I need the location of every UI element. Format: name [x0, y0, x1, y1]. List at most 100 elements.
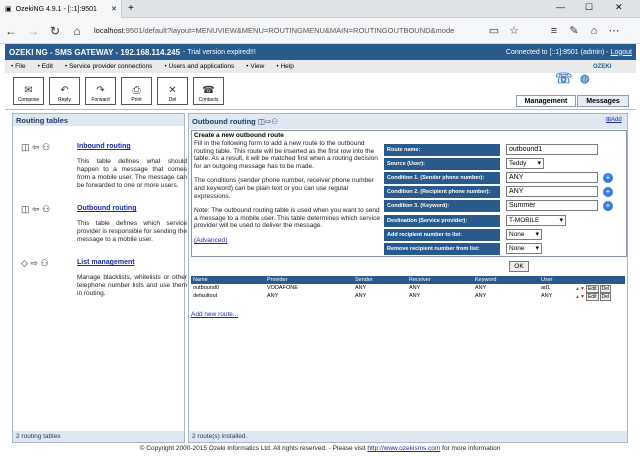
routing-tables-panel: Routing tables ◫ ⇦ ⚇ Inbound routing Thi…: [12, 113, 187, 443]
condition1-input[interactable]: ANY: [506, 172, 598, 183]
delete-icon: ✕: [168, 85, 177, 96]
form-title: Create a new outbound route: [194, 132, 284, 139]
condition1-label: Condition 1. (Sender phone number):: [384, 172, 500, 184]
condition2-label: Condition 2. (Recipient phone number):: [384, 186, 500, 198]
menu-view[interactable]: • View: [246, 63, 264, 70]
app-title: OZEKI NG - SMS GATEWAY - 192.168.114.245: [9, 47, 181, 57]
condition3-label: Condition 3. (Keyword):: [384, 200, 500, 212]
add-link[interactable]: ⊞Add: [606, 116, 622, 123]
condition3-input[interactable]: Summer: [506, 200, 598, 211]
route-name-cell: defaultout: [193, 293, 218, 299]
menu-help[interactable]: • Help: [276, 63, 293, 70]
keyword-cell: ANY: [475, 285, 487, 291]
menu-edit[interactable]: • Edit: [38, 63, 53, 70]
condition2-input[interactable]: ANY: [506, 186, 598, 197]
route-name-label: Route name:: [384, 144, 500, 156]
add-recipient-select[interactable]: None: [506, 229, 542, 240]
delete-button[interactable]: ✕ Del: [157, 77, 188, 105]
edit-button[interactable]: Edit: [585, 293, 599, 301]
reply-button[interactable]: ↶ Reply: [49, 77, 80, 105]
reply-icon: ↶: [60, 85, 69, 96]
condition2-add-icon[interactable]: +: [603, 187, 613, 197]
more-icon[interactable]: ⋯: [604, 24, 624, 37]
user-cell: ANY: [541, 293, 553, 299]
page-icon: ▣: [5, 6, 12, 13]
tab-title: OzekiNG 4.9.1 - [::1]:9501: [15, 5, 97, 13]
list-description: Manage blacklists, whitelists or other t…: [77, 274, 187, 297]
window-close-icon[interactable]: ✕: [615, 2, 623, 13]
ok-button[interactable]: OK: [509, 261, 529, 272]
outbound-routing-link[interactable]: Outbound routing: [77, 205, 136, 212]
url-field[interactable]: localhost:9501/default?layout=MENUVIEW&M…: [94, 26, 484, 35]
source-label: Source (User):: [384, 158, 500, 170]
menu-users[interactable]: • Users and applications: [164, 63, 234, 70]
panel-title: Routing tables: [13, 114, 184, 126]
routing-icon: ◫⇨⚇: [257, 117, 278, 126]
destination-select[interactable]: T-MOBILE: [506, 215, 566, 226]
home-icon[interactable]: ⌂: [66, 24, 88, 38]
inbound-routing-link[interactable]: Inbound routing: [77, 143, 131, 150]
menu-file[interactable]: • File: [11, 63, 26, 70]
del-button[interactable]: Del: [599, 293, 612, 301]
remove-recipient-select[interactable]: None: [506, 243, 542, 254]
source-select[interactable]: Teddy: [506, 158, 544, 169]
reading-view-icon[interactable]: ▭: [484, 24, 504, 37]
sender-cell: ANY: [355, 285, 367, 291]
del-button[interactable]: Del: [599, 285, 612, 293]
add-recipient-label: Add recipient number to list:: [384, 229, 500, 241]
forward-msg-icon: ↷: [96, 85, 105, 96]
form-intro: Fill in the following form to add a new …: [194, 140, 382, 245]
favorite-star-icon[interactable]: ☆: [504, 24, 524, 37]
page-footer: © Copyright 2000-2015 Ozeki Informatics …: [139, 445, 501, 452]
close-icon[interactable]: ✕: [111, 5, 117, 13]
provider-cell: VODAFONE: [267, 285, 298, 291]
address-bar: ← → ↻ ⌂ localhost:9501/default?layout=ME…: [0, 18, 640, 44]
column-header: Provider: [265, 276, 353, 284]
provider-cell: ANY: [267, 293, 279, 299]
forward-button[interactable]: ↷ Forward: [85, 77, 116, 105]
share-icon[interactable]: ⌂: [584, 25, 604, 37]
browser-tab[interactable]: ▣ OzekiNG 4.9.1 - [::1]:9501 ✕: [0, 0, 122, 18]
minimize-icon[interactable]: —: [556, 2, 565, 12]
column-header: Sender: [353, 276, 407, 284]
contacts-button[interactable]: ☎ Contacts: [193, 77, 224, 105]
maximize-icon[interactable]: ☐: [585, 2, 593, 13]
refresh-icon[interactable]: ↻: [44, 24, 66, 38]
hub-icon[interactable]: ≡: [544, 25, 564, 37]
move-down-icon[interactable]: ▼: [580, 286, 585, 292]
add-new-route-link[interactable]: Add new route...: [191, 311, 238, 318]
outbound-description: This table defines which service provide…: [77, 220, 187, 243]
list-management-link[interactable]: List management: [77, 259, 135, 266]
condition3-add-icon[interactable]: +: [603, 201, 613, 211]
advanced-link[interactable]: (Advanced): [194, 237, 382, 245]
condition1-add-icon[interactable]: +: [603, 173, 613, 183]
tab-management[interactable]: Management: [516, 95, 576, 107]
browser-tab-bar: ▣ OzekiNG 4.9.1 - [::1]:9501 ✕ + — ☐ ✕: [0, 0, 640, 18]
row-actions: ▲▼ Edit Del: [575, 293, 612, 301]
globe-icon: ◍: [580, 73, 590, 85]
user-cell: ad1: [541, 285, 551, 291]
new-tab-icon[interactable]: +: [128, 3, 134, 14]
menu-service-provider[interactable]: • Service provider connections: [65, 63, 153, 70]
edit-button[interactable]: Edit: [585, 285, 599, 293]
ozeki-link[interactable]: http://www.ozekisms.com: [367, 445, 440, 452]
route-name-cell: outbound0: [193, 285, 219, 291]
move-down-icon[interactable]: ▼: [580, 294, 585, 300]
back-icon[interactable]: ←: [0, 24, 22, 38]
inbound-description: This table defines what should happen to…: [77, 158, 187, 189]
compose-button[interactable]: ✉ Compose: [13, 77, 44, 105]
forward-icon[interactable]: →: [22, 24, 44, 38]
compose-icon: ✉: [24, 85, 33, 96]
print-button[interactable]: ⎙ Print: [121, 77, 152, 105]
logout-link[interactable]: Logout: [611, 49, 632, 56]
destination-label: Destination (Service provider):: [384, 215, 500, 227]
tab-messages[interactable]: Messages: [577, 95, 629, 107]
routes-installed: 2 route(s) installed.: [189, 431, 627, 442]
ozeki-logo: OZEKI ☏ ◍: [555, 64, 612, 86]
column-header: Name: [191, 276, 265, 284]
contacts-icon: ☎: [202, 85, 215, 96]
row-actions: ▲▼ Edit Del: [575, 285, 612, 293]
route-name-input[interactable]: outbound1: [506, 144, 598, 155]
notes-icon[interactable]: ✎: [564, 24, 584, 37]
trial-notice: - Trial version expired!!!: [183, 48, 256, 56]
